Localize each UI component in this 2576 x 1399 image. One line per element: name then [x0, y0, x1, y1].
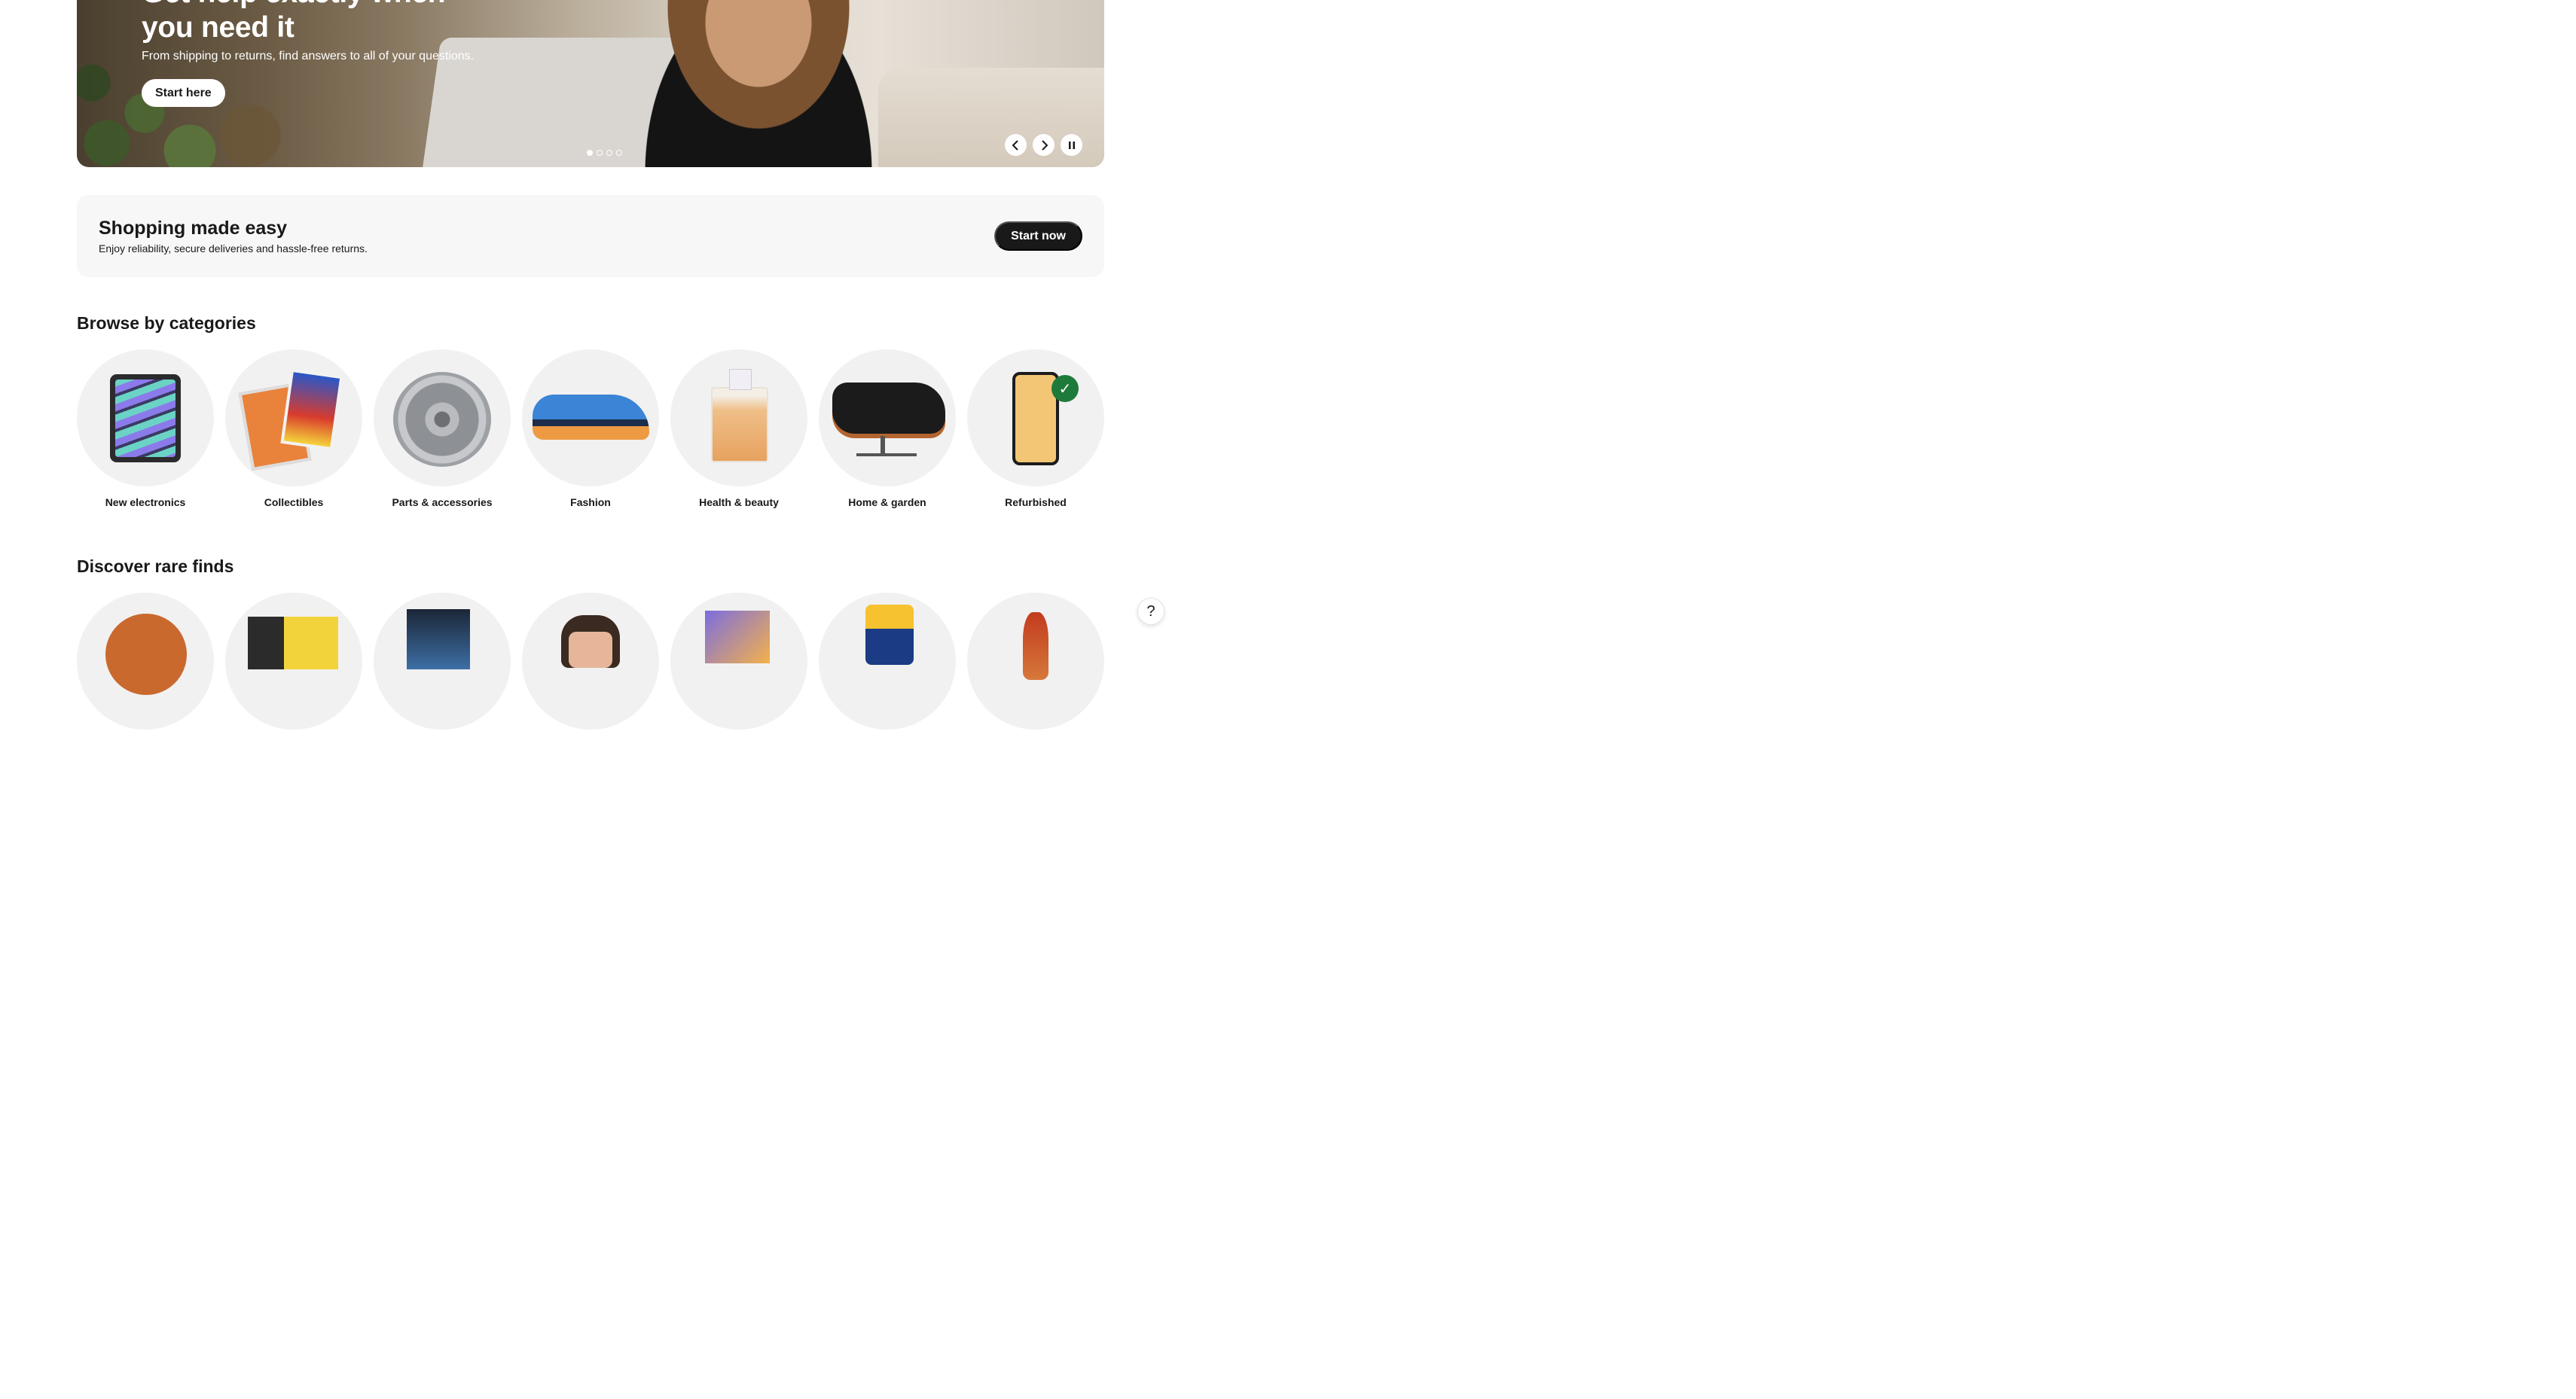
checkmark-badge-icon: ✓	[1051, 375, 1079, 402]
carousel-controls	[1005, 134, 1082, 156]
hero-title: Get help exactly when you need it	[142, 0, 446, 44]
category-fashion[interactable]: Fashion	[522, 349, 659, 508]
category-image[interactable]	[225, 349, 362, 486]
category-label[interactable]: Refurbished	[1005, 496, 1067, 508]
lounge-chair-image	[856, 453, 917, 456]
perfume-image	[711, 369, 768, 462]
category-parts-accessories[interactable]: Parts & accessories	[374, 349, 511, 508]
action-figure-image	[865, 605, 914, 665]
banner-title: Shopping made easy	[99, 218, 288, 239]
carousel-pause-button[interactable]	[1061, 134, 1082, 156]
category-label[interactable]: Health & beauty	[699, 496, 779, 508]
carousel-dot[interactable]	[606, 150, 612, 156]
category-image[interactable]	[522, 349, 659, 486]
banner-subtitle: Enjoy reliability, secure deliveries and…	[99, 242, 368, 255]
rare-find-image[interactable]	[374, 593, 511, 730]
wheel-rim-image	[393, 372, 491, 467]
browse-categories-list: New electronics Collectibles Parts & acc…	[77, 349, 1104, 508]
carousel-dot[interactable]	[597, 150, 603, 156]
rare-find-item[interactable]	[77, 593, 214, 730]
carousel-indicators	[587, 150, 622, 156]
rare-find-item[interactable]	[670, 593, 807, 730]
category-label[interactable]: Home & garden	[848, 496, 926, 508]
category-label[interactable]: Collectibles	[264, 496, 324, 508]
rare-finds-list	[77, 593, 1104, 730]
browse-categories-title: Browse by categories	[77, 313, 256, 333]
carousel-next-button[interactable]	[1033, 134, 1055, 156]
hero-text: Get help exactly when you need it From s…	[142, 0, 488, 107]
carousel-prev-button[interactable]	[1005, 134, 1027, 156]
sports-card-image	[248, 617, 338, 669]
lounge-chair-image	[832, 383, 945, 434]
trading-card-image	[280, 368, 343, 451]
rare-find-item[interactable]	[374, 593, 511, 730]
chevron-left-icon	[1012, 139, 1018, 151]
category-collectibles[interactable]: Collectibles	[225, 349, 362, 508]
basketball-image	[105, 614, 187, 695]
pause-icon	[1068, 141, 1075, 149]
shopping-made-easy-banner: Shopping made easy Enjoy reliability, se…	[77, 195, 1104, 277]
hero-subtitle: From shipping to returns, find answers t…	[142, 50, 475, 62]
rare-find-item[interactable]	[967, 593, 1104, 730]
category-image[interactable]	[77, 349, 214, 486]
start-now-button[interactable]: Start now	[994, 221, 1082, 251]
hero-carousel: Get help exactly when you need it From s…	[77, 0, 1104, 167]
rare-find-item[interactable]	[819, 593, 956, 730]
card-box-image	[407, 609, 470, 669]
category-image[interactable]	[670, 349, 807, 486]
trading-card-image	[705, 611, 770, 663]
start-here-button[interactable]: Start here	[142, 79, 225, 107]
category-image[interactable]	[374, 349, 511, 486]
help-button[interactable]: ?	[1137, 598, 1164, 625]
category-health-beauty[interactable]: Health & beauty	[670, 349, 807, 508]
category-label[interactable]: Parts & accessories	[392, 496, 492, 508]
rare-find-image[interactable]	[670, 593, 807, 730]
rare-find-image[interactable]	[522, 593, 659, 730]
hero-image-person	[634, 0, 883, 167]
question-mark-icon: ?	[1146, 602, 1155, 620]
page: Get help exactly when you need it From s…	[0, 0, 1181, 730]
carousel-dot[interactable]	[616, 150, 622, 156]
rare-find-item[interactable]	[225, 593, 362, 730]
category-home-garden[interactable]: Home & garden	[819, 349, 956, 508]
chevron-right-icon	[1041, 139, 1048, 151]
carousel-dot[interactable]	[587, 150, 593, 156]
rare-find-item[interactable]	[522, 593, 659, 730]
sneaker-image	[533, 395, 649, 440]
figure-image	[561, 615, 620, 668]
category-image[interactable]: ✓	[967, 349, 1104, 486]
rare-find-image[interactable]	[967, 593, 1104, 730]
category-new-electronics[interactable]: New electronics	[77, 349, 214, 508]
discover-rare-finds-title: Discover rare finds	[77, 556, 234, 576]
vase-image	[1023, 612, 1048, 680]
rare-find-image[interactable]	[819, 593, 956, 730]
category-label[interactable]: New electronics	[105, 496, 186, 508]
category-label[interactable]: Fashion	[570, 496, 611, 508]
tablet-image	[110, 374, 181, 462]
rare-find-image[interactable]	[225, 593, 362, 730]
category-image[interactable]	[819, 349, 956, 486]
rare-find-image[interactable]	[77, 593, 214, 730]
category-refurbished[interactable]: ✓ Refurbished	[967, 349, 1104, 508]
